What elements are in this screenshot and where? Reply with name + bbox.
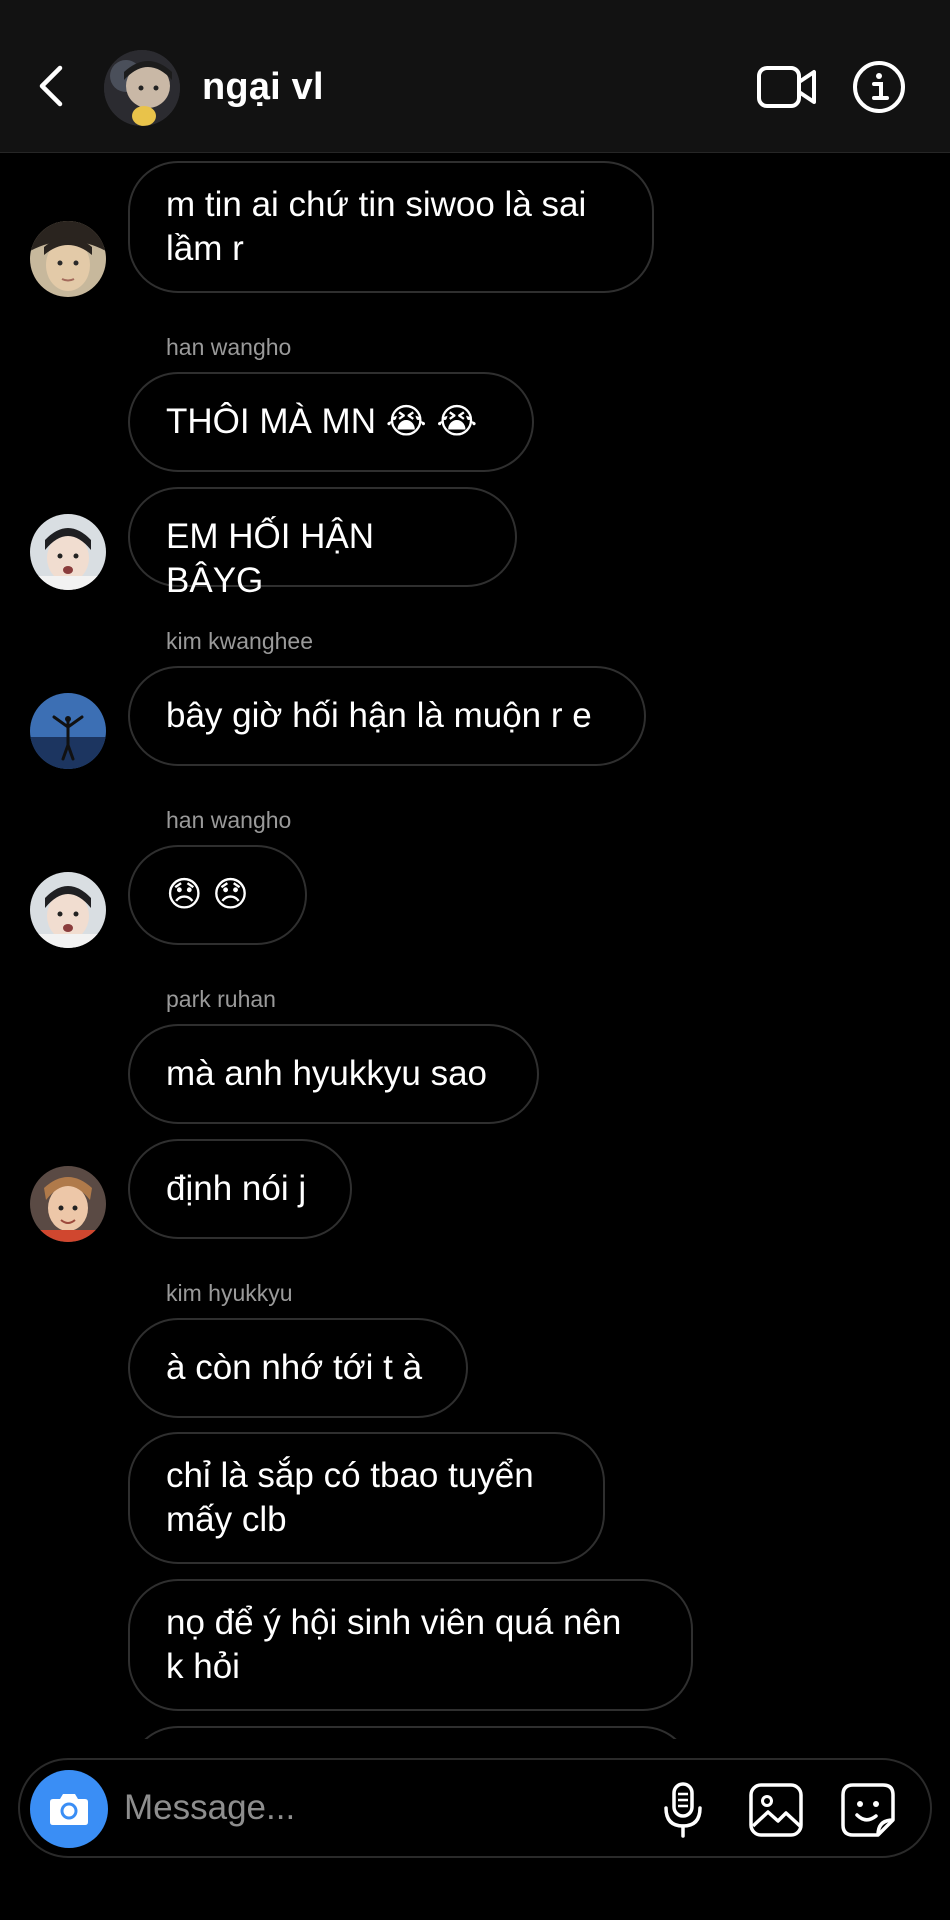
message-bubble-partial[interactable] bbox=[128, 1726, 693, 1739]
message-bubble[interactable]: 😞 😞 bbox=[128, 845, 307, 945]
message-bubble[interactable]: nọ để ý hội sinh viên quá nên k hỏi bbox=[128, 1579, 693, 1711]
chevron-left-icon bbox=[39, 65, 63, 107]
message-bubble[interactable]: mà anh hyukkyu sao bbox=[128, 1024, 539, 1124]
camera-button[interactable] bbox=[30, 1770, 108, 1848]
video-camera-icon bbox=[757, 66, 816, 108]
microphone-icon bbox=[664, 1782, 702, 1838]
video-call-button[interactable] bbox=[756, 60, 818, 114]
message-bubble[interactable]: định nói j bbox=[128, 1139, 352, 1239]
avatar-han-wangho[interactable] bbox=[30, 514, 106, 590]
message-thread[interactable]: m tin ai chứ tin siwoo là sai lầm r han … bbox=[0, 153, 950, 1739]
chat-header: ngại vl bbox=[0, 0, 950, 153]
voice-message-button[interactable] bbox=[658, 1780, 708, 1840]
gallery-button[interactable] bbox=[746, 1780, 806, 1840]
message-bubble[interactable]: chỉ là sắp có tbao tuyển mấy clb bbox=[128, 1432, 605, 1564]
avatar-siwoo[interactable] bbox=[30, 221, 106, 297]
chat-title[interactable]: ngại vl bbox=[202, 62, 324, 112]
sender-name: han wangho bbox=[166, 334, 292, 360]
avatar-park-ruhan[interactable] bbox=[30, 1166, 106, 1242]
info-icon bbox=[853, 61, 905, 113]
camera-icon bbox=[50, 1794, 88, 1825]
message-bubble[interactable]: EM HỐI HẬN BÂYG bbox=[128, 487, 517, 600]
sender-name: kim hyukkyu bbox=[166, 1280, 293, 1306]
message-bubble[interactable]: bây giờ hối hận là muộn r e bbox=[128, 666, 646, 766]
info-button[interactable] bbox=[852, 60, 906, 114]
gallery-icon bbox=[749, 1783, 803, 1837]
sender-name: han wangho bbox=[166, 807, 292, 833]
sticker-button[interactable] bbox=[838, 1780, 898, 1840]
group-avatar[interactable] bbox=[104, 50, 180, 126]
avatar-kim-kwanghee[interactable] bbox=[30, 693, 106, 769]
message-composer bbox=[18, 1758, 932, 1858]
message-bubble[interactable]: à còn nhớ tới t à bbox=[128, 1318, 468, 1418]
avatar-han-wangho[interactable] bbox=[30, 872, 106, 948]
message-bubble[interactable]: m tin ai chứ tin siwoo là sai lầm r bbox=[128, 161, 654, 293]
sender-name: kim kwanghee bbox=[166, 628, 314, 654]
sticker-icon bbox=[841, 1783, 895, 1837]
back-button[interactable] bbox=[30, 56, 74, 116]
message-bubble[interactable]: THÔI MÀ MN 😭 😭 bbox=[128, 372, 534, 472]
message-input[interactable] bbox=[124, 1782, 624, 1834]
sender-name: park ruhan bbox=[166, 986, 276, 1012]
